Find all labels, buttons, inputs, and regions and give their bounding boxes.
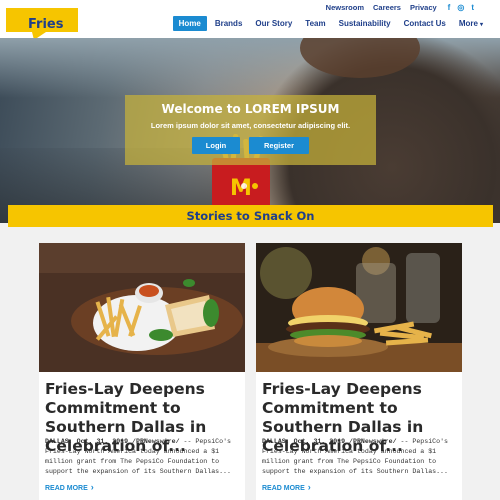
utility-links: Newsroom Careers Privacy f ◎ t xyxy=(326,3,474,12)
hero-carousel: M Welcome to LOREM IPSUM Lorem ipsum dol… xyxy=(0,38,500,223)
nav-item-more[interactable]: More ▾ xyxy=(454,16,488,31)
carousel-dot-1[interactable] xyxy=(241,183,247,189)
read-more-link[interactable]: READ MORE › xyxy=(45,482,94,492)
story-dateline: DALLAS, Oct. 31, 2019 /PRNewswire/ xyxy=(262,438,397,445)
brand-logo[interactable]: Fries xyxy=(6,8,78,40)
story-dateline: DALLAS, Oct. 31, 2019 /PRNewswire/ xyxy=(45,438,180,445)
login-button[interactable]: Login xyxy=(192,137,240,154)
hero-welcome-card: Welcome to LOREM IPSUM Lorem ipsum dolor… xyxy=(125,95,376,165)
story-excerpt: DALLAS, Oct. 31, 2019 /PRNewswire/ -- Pe… xyxy=(262,437,460,477)
stories-heading: Stories to Snack On xyxy=(186,209,315,223)
chevron-right-icon: › xyxy=(307,482,311,492)
story-card[interactable]: Fries-Lay Deepens Commitment to Southern… xyxy=(39,243,245,500)
nav-item-contact-us[interactable]: Contact Us xyxy=(399,16,451,31)
nav-item-home[interactable]: Home xyxy=(172,16,207,31)
facebook-icon[interactable]: f xyxy=(448,3,451,12)
hero-buttons: Login Register xyxy=(125,137,376,154)
story-excerpt: DALLAS, Oct. 31, 2019 /PRNewswire/ -- Pe… xyxy=(45,437,243,477)
read-more-label: READ MORE xyxy=(45,485,88,492)
carousel-indicators xyxy=(241,183,258,189)
nav-item-team[interactable]: Team xyxy=(300,16,330,31)
nav-item-brands[interactable]: Brands xyxy=(210,16,248,31)
register-button[interactable]: Register xyxy=(249,137,309,154)
carousel-dot-2[interactable] xyxy=(252,183,258,189)
top-link-careers[interactable]: Careers xyxy=(373,3,401,12)
twitter-icon[interactable]: t xyxy=(471,3,474,12)
top-link-privacy[interactable]: Privacy xyxy=(410,3,437,12)
social-links: f ◎ t xyxy=(448,3,474,12)
story-image-fries-sandwich xyxy=(39,243,245,372)
instagram-icon[interactable]: ◎ xyxy=(457,3,464,12)
chevron-right-icon: › xyxy=(90,482,94,492)
top-link-newsroom[interactable]: Newsroom xyxy=(326,3,364,12)
stories-banner: Stories to Snack On xyxy=(8,205,493,227)
read-more-link[interactable]: READ MORE › xyxy=(262,482,311,492)
chevron-down-icon: ▾ xyxy=(479,22,483,28)
nav-item-sustainability[interactable]: Sustainability xyxy=(334,16,396,31)
hero-subtitle: Lorem ipsum dolor sit amet, consectetur … xyxy=(150,121,351,130)
nav-item-our-story[interactable]: Our Story xyxy=(250,16,297,31)
story-card[interactable]: Fries-Lay Deepens Commitment to Southern… xyxy=(256,243,462,500)
burger-fries-illustration xyxy=(256,243,462,372)
logo-text: Fries xyxy=(28,17,64,32)
main-nav: Home Brands Our Story Team Sustainabilit… xyxy=(172,16,488,31)
story-image-burger-fries xyxy=(256,243,462,372)
read-more-label: READ MORE xyxy=(262,485,305,492)
nav-more-label: More xyxy=(458,19,478,28)
fries-sandwich-illustration xyxy=(39,243,245,372)
hero-title: Welcome to LOREM IPSUM xyxy=(161,102,340,116)
site-header: Fries Newsroom Careers Privacy f ◎ t Hom… xyxy=(0,0,500,40)
